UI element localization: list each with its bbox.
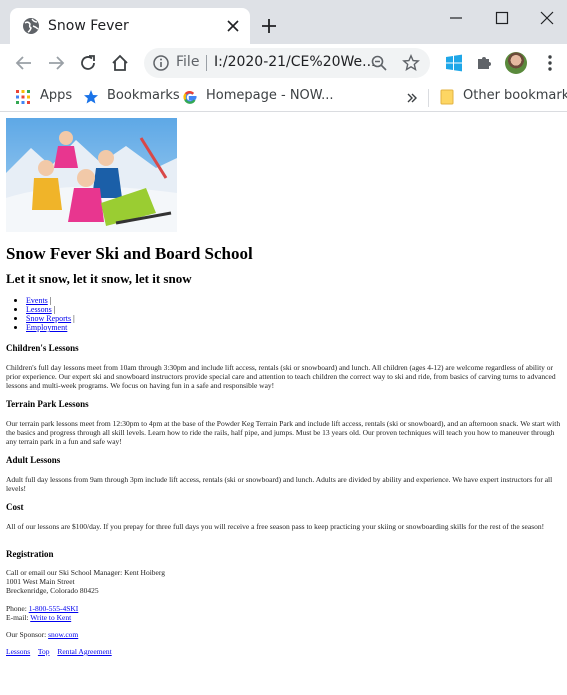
globe-icon bbox=[23, 18, 39, 34]
back-arrow-icon[interactable] bbox=[14, 53, 34, 73]
web-page: Snow Fever Ski and Board School Let it s… bbox=[0, 113, 567, 695]
nav-link-snow-reports[interactable]: Snow Reports bbox=[26, 314, 71, 323]
footer-link-rental-agreement[interactable]: Rental Agreement bbox=[57, 647, 111, 656]
bookmark-other[interactable]: Other bookmarks bbox=[440, 87, 567, 107]
section-text-adult: Adult full day lessons from 9am through … bbox=[6, 475, 553, 493]
section-heading-adult: Adult Lessons bbox=[6, 455, 61, 465]
bookmark-label: Other bookmarks bbox=[463, 88, 567, 103]
nav-list: Events | Lessons | Snow Reports | Employ… bbox=[14, 296, 75, 332]
plus-icon[interactable] bbox=[260, 17, 278, 35]
menu-dots-icon[interactable] bbox=[540, 53, 560, 73]
section-text-terrain: Our terrain park lessons meet from 12:30… bbox=[6, 419, 561, 446]
bookmark-label: Homepage - NOW... bbox=[206, 88, 334, 103]
reload-icon[interactable] bbox=[78, 53, 98, 73]
section-heading-cost: Cost bbox=[6, 502, 24, 512]
bookmark-label: Apps bbox=[40, 88, 73, 103]
registration-city: Breckenridge, Colorado 80425 bbox=[6, 586, 99, 595]
phone-link[interactable]: 1-800-555-4SKI bbox=[29, 604, 79, 613]
email-label: E-mail: bbox=[6, 613, 31, 622]
divider bbox=[206, 55, 207, 71]
minimize-icon[interactable] bbox=[448, 10, 464, 26]
bookmarks-bar: Apps Bookmarks Homepage - NOW... Other b… bbox=[0, 82, 567, 112]
bookmark-apps[interactable]: Apps bbox=[16, 87, 76, 107]
bookmark-star-icon bbox=[84, 90, 98, 104]
divider bbox=[428, 89, 429, 107]
address-bar[interactable]: File I:/2020-21/CE%20We... bbox=[144, 48, 430, 78]
nav-item-snow-reports: Snow Reports | bbox=[14, 314, 75, 323]
sponsor-line: Our Sponsor: snow.com bbox=[6, 630, 566, 639]
windows-icon[interactable] bbox=[444, 53, 464, 73]
info-icon[interactable] bbox=[152, 54, 170, 72]
star-icon[interactable] bbox=[402, 54, 420, 72]
window-close-icon[interactable] bbox=[539, 10, 555, 26]
url-text[interactable]: I:/2020-21/CE%20We... bbox=[214, 54, 376, 70]
google-g-icon bbox=[183, 91, 197, 104]
registration-contact: Call or email our Ski School Manager: Ke… bbox=[6, 568, 165, 577]
footer-links: Lessons Top Rental Agreement bbox=[6, 647, 118, 656]
page-title: Snow Fever Ski and Board School bbox=[6, 244, 253, 263]
browser-toolbar: File I:/2020-21/CE%20We... bbox=[0, 44, 567, 82]
forward-arrow-icon[interactable] bbox=[46, 53, 66, 73]
bookmark-bookmarks[interactable]: Bookmarks bbox=[83, 87, 180, 107]
bookmark-homepage[interactable]: Homepage - NOW... bbox=[182, 87, 334, 107]
zoom-icon[interactable] bbox=[370, 54, 388, 72]
sponsor-label: Our Sponsor: bbox=[6, 630, 49, 639]
nav-link-lessons[interactable]: Lessons bbox=[26, 305, 52, 314]
folder-icon bbox=[440, 89, 454, 105]
nav-item-lessons: Lessons | bbox=[14, 305, 75, 314]
nav-item-events: Events | bbox=[14, 296, 75, 305]
footer-link-top[interactable]: Top bbox=[38, 647, 50, 656]
page-subtitle: Let it snow, let it snow, let it snow bbox=[6, 271, 192, 286]
close-icon[interactable] bbox=[224, 17, 242, 35]
phone-label: Phone: bbox=[6, 604, 29, 613]
registration-contact-block: Phone: 1-800-555-4SKI E-mail: Write to K… bbox=[6, 604, 566, 622]
footer-link-lessons[interactable]: Lessons bbox=[6, 647, 30, 656]
email-link[interactable]: Write to Kent bbox=[30, 613, 71, 622]
section-text-children: Children's full day lessons meet from 10… bbox=[6, 363, 556, 390]
registration-street: 1001 West Main Street bbox=[6, 577, 75, 586]
hero-image bbox=[6, 118, 177, 232]
home-icon[interactable] bbox=[110, 53, 130, 73]
avatar[interactable] bbox=[505, 52, 527, 74]
chevron-double-right-icon[interactable] bbox=[406, 92, 418, 104]
section-heading-terrain: Terrain Park Lessons bbox=[6, 399, 89, 409]
bookmark-label: Bookmarks bbox=[107, 88, 180, 103]
nav-item-employment: Employment bbox=[14, 323, 75, 332]
active-tab[interactable]: Snow Fever bbox=[10, 8, 250, 44]
tab-strip: Snow Fever bbox=[0, 0, 567, 44]
tab-title: Snow Fever bbox=[48, 18, 129, 34]
sponsor-link[interactable]: snow.com bbox=[48, 630, 78, 639]
registration-address: Call or email our Ski School Manager: Ke… bbox=[6, 568, 566, 595]
section-heading-children: Children's Lessons bbox=[6, 343, 79, 353]
section-text-cost: All of our lessons are $100/day. If you … bbox=[6, 522, 545, 531]
url-scheme-label: File bbox=[176, 54, 200, 70]
nav-link-employment[interactable]: Employment bbox=[26, 323, 67, 332]
puzzle-icon[interactable] bbox=[474, 53, 494, 73]
maximize-icon[interactable] bbox=[494, 10, 510, 26]
section-heading-registration: Registration bbox=[6, 549, 54, 559]
apps-grid-icon bbox=[16, 90, 30, 104]
nav-link-events[interactable]: Events bbox=[26, 296, 48, 305]
